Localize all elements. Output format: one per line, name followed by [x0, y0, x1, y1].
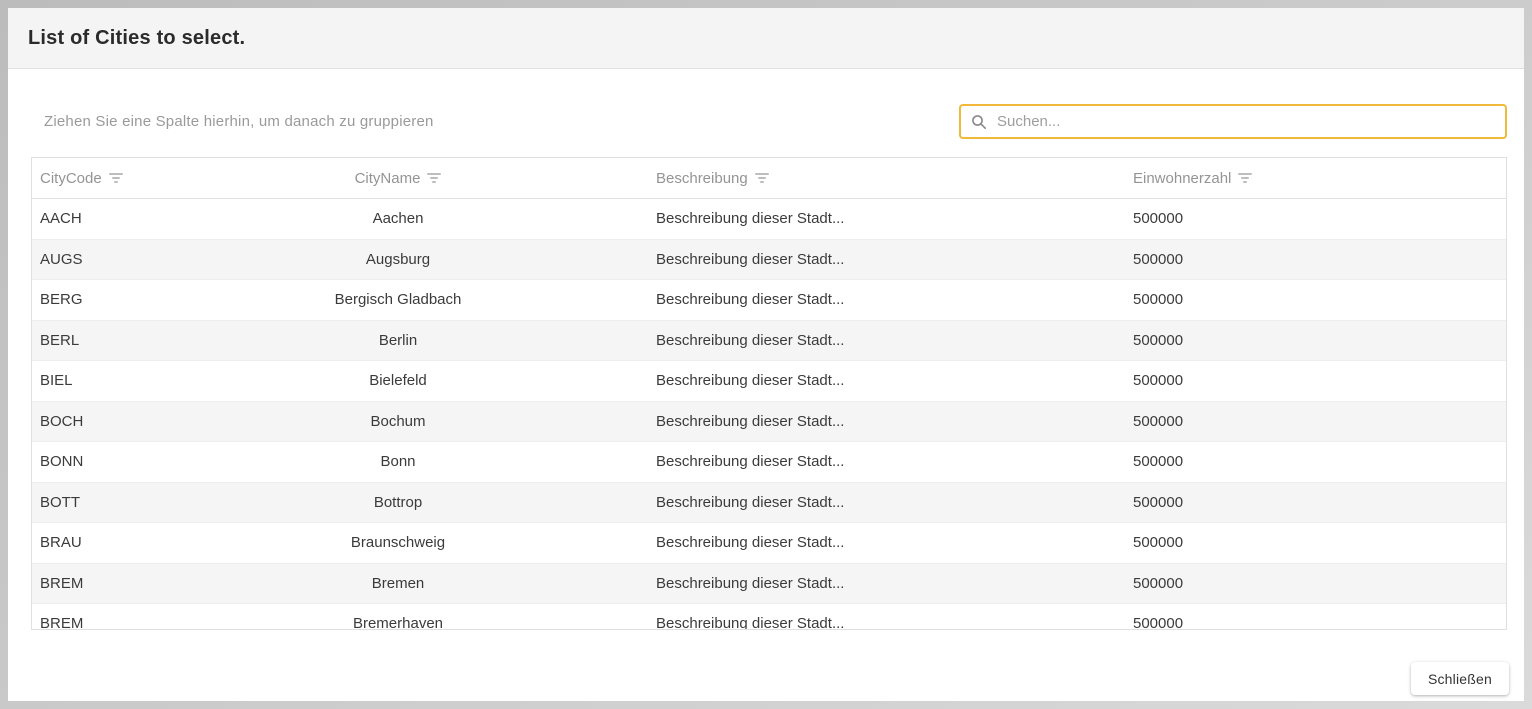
cell-einwohnerzahl: 500000 [1125, 413, 1506, 430]
column-header-label: Beschreibung [656, 170, 748, 187]
cell-citycode: BIEL [32, 372, 148, 389]
cell-beschreibung: Beschreibung dieser Stadt... [648, 372, 1125, 389]
table-row[interactable]: BOCHBochumBeschreibung dieser Stadt...50… [32, 402, 1506, 443]
cell-beschreibung: Beschreibung dieser Stadt... [648, 534, 1125, 551]
cell-einwohnerzahl: 500000 [1125, 453, 1506, 470]
cell-einwohnerzahl: 500000 [1125, 291, 1506, 308]
cell-beschreibung: Beschreibung dieser Stadt... [648, 615, 1125, 630]
cell-cityname: Bremen [148, 575, 648, 592]
dialog-titlebar: List of Cities to select. [8, 8, 1524, 69]
cell-einwohnerzahl: 500000 [1125, 332, 1506, 349]
cell-cityname: Aachen [148, 210, 648, 227]
table-row[interactable]: AUGSAugsburgBeschreibung dieser Stadt...… [32, 240, 1506, 281]
cell-einwohnerzahl: 500000 [1125, 534, 1506, 551]
cell-einwohnerzahl: 500000 [1125, 372, 1506, 389]
column-header-einwohnerzahl[interactable]: Einwohnerzahl [1125, 158, 1506, 198]
cell-beschreibung: Beschreibung dieser Stadt... [648, 291, 1125, 308]
table-row[interactable]: BREMBremenBeschreibung dieser Stadt...50… [32, 564, 1506, 605]
cell-citycode: BREM [32, 615, 148, 630]
cell-citycode: BONN [32, 453, 148, 470]
table-row[interactable]: BRAUBraunschweigBeschreibung dieser Stad… [32, 523, 1506, 564]
table-row[interactable]: BERGBergisch GladbachBeschreibung dieser… [32, 280, 1506, 321]
cell-cityname: Bergisch Gladbach [148, 291, 648, 308]
cell-beschreibung: Beschreibung dieser Stadt... [648, 210, 1125, 227]
cell-beschreibung: Beschreibung dieser Stadt... [648, 413, 1125, 430]
cell-einwohnerzahl: 500000 [1125, 615, 1506, 630]
column-header-label: Einwohnerzahl [1133, 170, 1231, 187]
cell-citycode: AUGS [32, 251, 148, 268]
cell-citycode: AACH [32, 210, 148, 227]
column-header-cityname[interactable]: CityName [148, 158, 648, 198]
dialog-title: List of Cities to select. [28, 27, 245, 50]
cell-cityname: Bottrop [148, 494, 648, 511]
cell-citycode: BRAU [32, 534, 148, 551]
filter-icon[interactable] [109, 173, 123, 183]
cell-cityname: Bochum [148, 413, 648, 430]
group-panel-hint: Ziehen Sie eine Spalte hierhin, um danac… [31, 113, 434, 130]
cell-cityname: Berlin [148, 332, 648, 349]
cell-citycode: BERL [32, 332, 148, 349]
cell-einwohnerzahl: 500000 [1125, 251, 1506, 268]
column-header-label: CityName [355, 170, 421, 187]
cell-beschreibung: Beschreibung dieser Stadt... [648, 332, 1125, 349]
cell-cityname: Bielefeld [148, 372, 648, 389]
cell-citycode: BOCH [32, 413, 148, 430]
cell-beschreibung: Beschreibung dieser Stadt... [648, 494, 1125, 511]
filter-icon[interactable] [427, 173, 441, 183]
cell-einwohnerzahl: 500000 [1125, 494, 1506, 511]
cell-cityname: Bremerhaven [148, 615, 648, 630]
cell-citycode: BERG [32, 291, 148, 308]
search-panel [959, 104, 1507, 139]
table-row[interactable]: BONNBonnBeschreibung dieser Stadt...5000… [32, 442, 1506, 483]
table-row[interactable]: AACHAachenBeschreibung dieser Stadt...50… [32, 199, 1506, 240]
cell-einwohnerzahl: 500000 [1125, 210, 1506, 227]
table-row[interactable]: BERLBerlinBeschreibung dieser Stadt...50… [32, 321, 1506, 362]
table-row[interactable]: BREMBremerhavenBeschreibung dieser Stadt… [32, 604, 1506, 630]
cell-einwohnerzahl: 500000 [1125, 575, 1506, 592]
search-input[interactable] [995, 112, 1495, 131]
cell-cityname: Bonn [148, 453, 648, 470]
cell-beschreibung: Beschreibung dieser Stadt... [648, 453, 1125, 470]
table-row[interactable]: BIELBielefeldBeschreibung dieser Stadt..… [32, 361, 1506, 402]
cell-citycode: BREM [32, 575, 148, 592]
table-row[interactable]: BOTTBottropBeschreibung dieser Stadt...5… [32, 483, 1506, 524]
cell-cityname: Augsburg [148, 251, 648, 268]
grid-header-row: CityCode CityName Beschreibung Einwohner… [32, 158, 1506, 199]
filter-icon[interactable] [755, 173, 769, 183]
cities-grid: CityCode CityName Beschreibung Einwohner… [31, 157, 1507, 630]
column-header-beschreibung[interactable]: Beschreibung [648, 158, 1125, 198]
table-body: AACHAachenBeschreibung dieser Stadt...50… [32, 199, 1506, 630]
cell-citycode: BOTT [32, 494, 148, 511]
cell-cityname: Braunschweig [148, 534, 648, 551]
cities-dialog: List of Cities to select. Ziehen Sie ein… [8, 8, 1524, 701]
grid-toolbar: Ziehen Sie eine Spalte hierhin, um danac… [31, 104, 1507, 139]
close-button[interactable]: Schließen [1411, 662, 1509, 695]
cell-beschreibung: Beschreibung dieser Stadt... [648, 575, 1125, 592]
search-icon [971, 114, 987, 130]
column-header-citycode[interactable]: CityCode [32, 158, 148, 198]
modal-backdrop: List of Cities to select. Ziehen Sie ein… [0, 0, 1532, 709]
column-header-label: CityCode [40, 170, 102, 187]
filter-icon[interactable] [1238, 173, 1252, 183]
cell-beschreibung: Beschreibung dieser Stadt... [648, 251, 1125, 268]
